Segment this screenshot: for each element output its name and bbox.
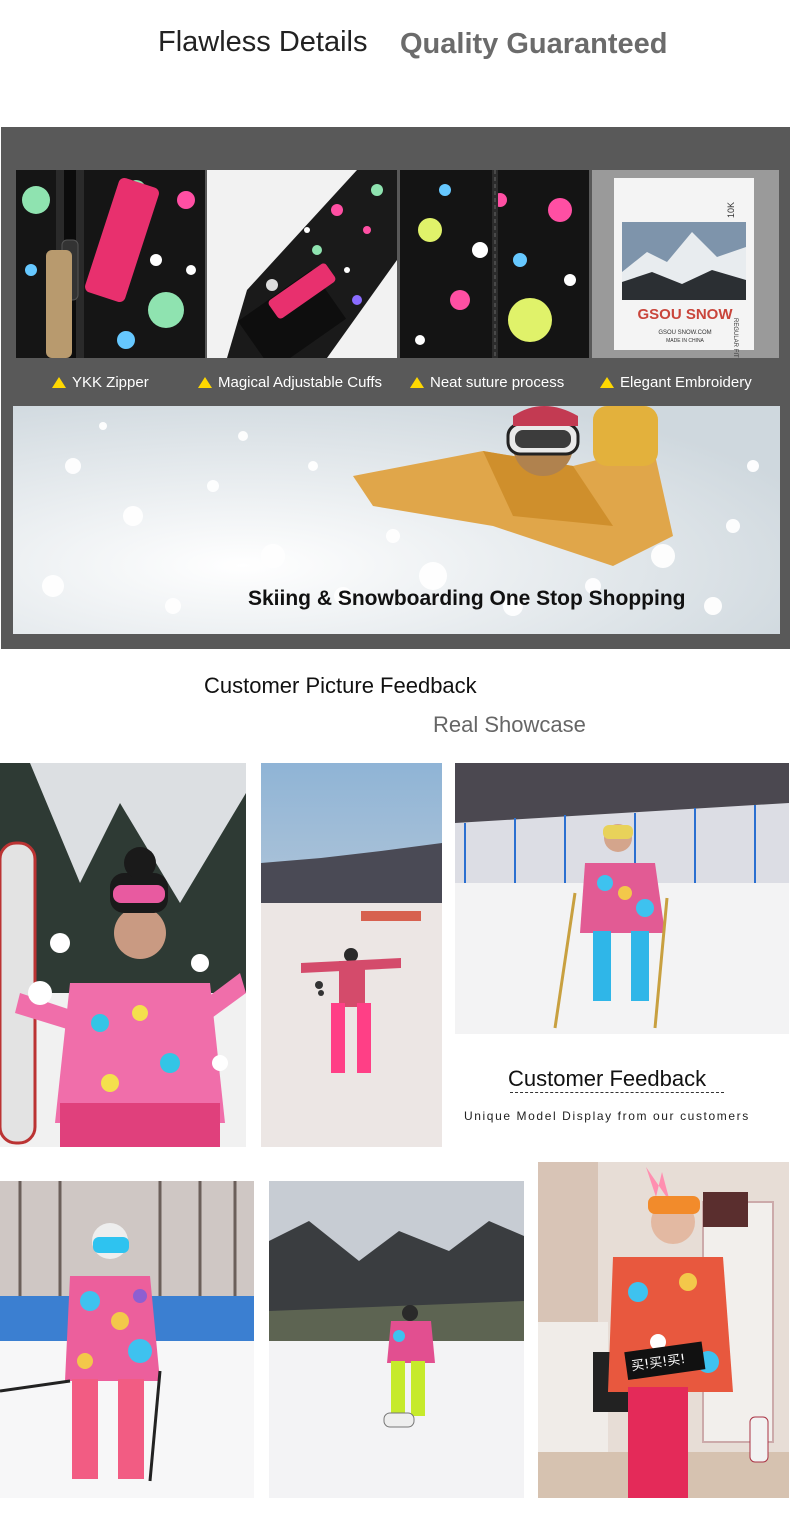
caption-zipper: YKK Zipper <box>52 374 149 391</box>
section-title: Flawless Details <box>158 26 368 58</box>
customer-photo-6: 买!买!买! <box>538 1162 789 1498</box>
customer-photo-3 <box>455 763 789 1034</box>
mountain-illustration <box>622 222 746 300</box>
caption-suture: Neat suture process <box>410 374 564 391</box>
suture-detail-photo <box>400 170 589 358</box>
customer-photo-5 <box>269 1181 524 1498</box>
customer-photo-1 <box>0 763 246 1147</box>
customer-photo-4 <box>0 1181 254 1498</box>
warning-triangle-icon <box>52 377 66 388</box>
section-subtitle: Quality Guaranteed <box>400 28 668 60</box>
banner-caption: Skiing & Snowboarding One Stop Shopping <box>248 587 686 610</box>
warning-triangle-icon <box>410 377 424 388</box>
customer-feedback-title: Customer Feedback <box>508 1066 707 1091</box>
label-fit: REGULAR FIT <box>732 318 738 358</box>
dashed-divider <box>510 1092 724 1093</box>
customer-photo-2 <box>261 763 442 1147</box>
warning-triangle-icon <box>198 377 212 388</box>
label-brand: GSOU SNOW <box>637 306 733 323</box>
warning-triangle-icon <box>600 377 614 388</box>
label-site: GSOU SNOW.COM <box>658 330 712 336</box>
caption-label: Magical Adjustable Cuffs <box>218 374 382 391</box>
caption-embroidery: Elegant Embroidery <box>600 374 752 391</box>
customer-feedback-subtitle: Unique Model Display from our customers <box>464 1109 750 1123</box>
caption-cuffs: Magical Adjustable Cuffs <box>198 374 382 391</box>
caption-label: YKK Zipper <box>72 374 149 391</box>
feedback-subheading: Real Showcase <box>433 712 586 737</box>
cuff-detail-photo <box>207 170 397 358</box>
embroidery-label-photo: GSOU SNOW GSOU SNOW.COM MADE IN CHINA 10… <box>592 170 779 358</box>
zipper-detail-photo <box>16 170 205 358</box>
label-size: 10K <box>726 201 736 218</box>
caption-label: Elegant Embroidery <box>620 374 752 391</box>
feedback-heading: Customer Picture Feedback <box>204 673 477 698</box>
garment-label: GSOU SNOW GSOU SNOW.COM MADE IN CHINA 10… <box>614 178 754 358</box>
caption-label: Neat suture process <box>430 374 565 391</box>
label-origin: MADE IN CHINA <box>666 338 704 344</box>
